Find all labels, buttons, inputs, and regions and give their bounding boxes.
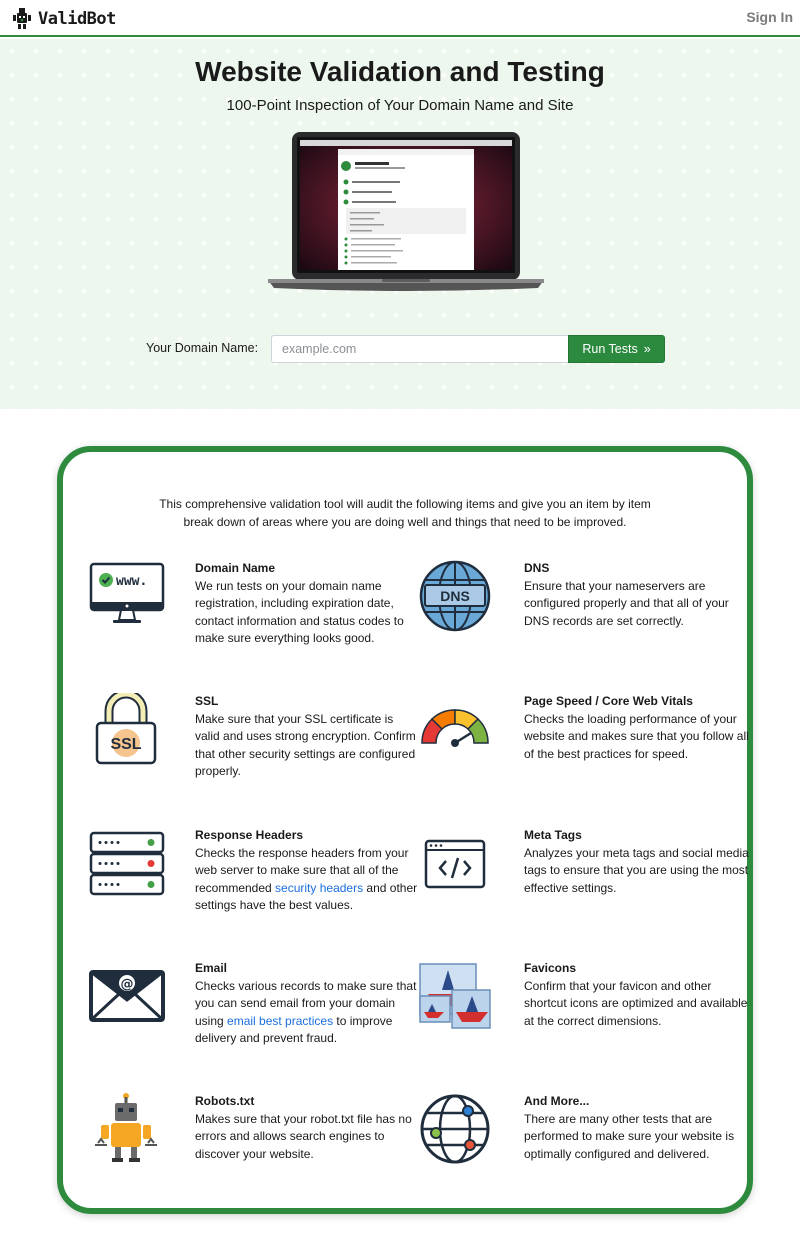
double-chevron-right-icon: » [643, 342, 651, 356]
padlock-ssl-icon: SSL [95, 693, 157, 765]
top-nav: ValidBot Sign In [0, 0, 800, 37]
run-tests-label: Run Tests [582, 342, 638, 356]
logo-text: ValidBot [38, 9, 116, 29]
laptop-screenshot-image [268, 132, 544, 291]
network-globe-icon [420, 1094, 490, 1164]
robot-icon [95, 1093, 157, 1162]
feature-desc: Make sure that your SSL certificate is v… [195, 711, 416, 779]
code-window-icon [424, 839, 486, 889]
feature-title: Page Speed / Core Web Vitals [524, 694, 693, 708]
feature-title: Response Headers [195, 828, 304, 842]
feature-desc: Confirm that your favicon and other shor… [524, 978, 748, 1028]
feature-title: Domain Name [195, 561, 276, 575]
feature-title: Email [195, 961, 228, 975]
features-card: This comprehensive validation tool will … [57, 446, 753, 1214]
feature-desc: Analyzes your meta tags and social media… [524, 845, 749, 895]
sign-in-link[interactable]: Sign In [746, 9, 793, 25]
feature-title: Favicons [524, 961, 577, 975]
feature-desc: We run tests on your domain name registr… [195, 578, 404, 646]
domain-label: Your Domain Name: [146, 341, 259, 355]
svg-text:@: @ [121, 977, 134, 992]
hero-section: Website Validation and Testing 100-Point… [0, 39, 800, 409]
server-rack-icon [89, 831, 165, 896]
page-subtitle: 100-Point Inspection of Your Domain Name… [226, 97, 574, 114]
logo[interactable]: ValidBot [10, 7, 116, 31]
feature-desc: Ensure that your nameservers are configu… [524, 578, 729, 628]
page-title: Website Validation and Testing [195, 56, 605, 87]
feature-desc: Checks the loading performance of your w… [524, 711, 749, 761]
feature-title: DNS [524, 561, 550, 575]
svg-text:SSL: SSL [110, 736, 141, 753]
email-best-practices-link[interactable]: email best practices [227, 1014, 333, 1028]
email-envelope-icon: @ [89, 970, 165, 1022]
feature-title: And More... [524, 1094, 590, 1108]
robot-logo-icon [13, 8, 31, 29]
speedometer-icon [421, 709, 489, 747]
domain-input[interactable] [271, 335, 569, 363]
svg-text:www.: www. [116, 574, 147, 589]
svg-text:DNS: DNS [440, 588, 470, 604]
monitor-www-icon: www. [89, 562, 165, 623]
globe-dns-icon: DNS [419, 560, 491, 632]
run-tests-button[interactable]: Run Tests » [568, 335, 665, 363]
feature-title: Robots.txt [195, 1094, 255, 1108]
feature-desc: Makes sure that your robot.txt file has … [195, 1111, 412, 1161]
domain-form: Your Domain Name: Run Tests » [0, 335, 800, 363]
features-intro: This comprehensive validation tool will … [159, 497, 651, 529]
feature-desc: There are many other tests that are perf… [524, 1111, 735, 1161]
feature-title: Meta Tags [524, 828, 582, 842]
favicons-icon [419, 963, 491, 1029]
feature-title: SSL [195, 694, 219, 708]
security-headers-link[interactable]: security headers [275, 881, 363, 895]
